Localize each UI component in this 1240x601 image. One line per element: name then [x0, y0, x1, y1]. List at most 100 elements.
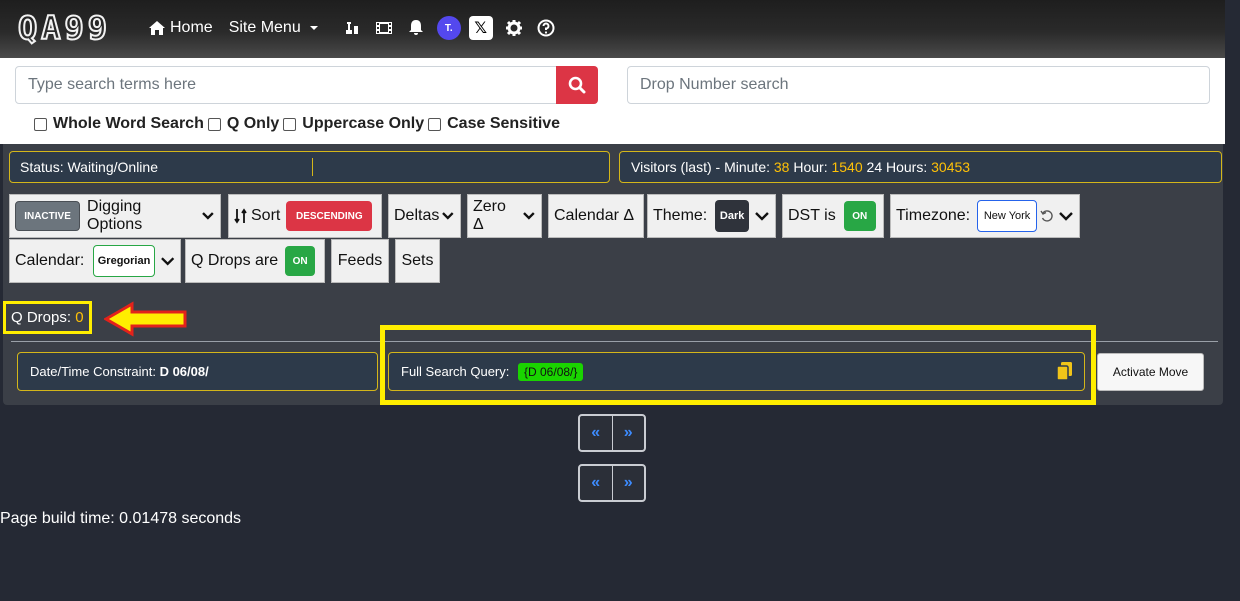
visitors-day-label: 24 Hours:	[862, 159, 932, 175]
visitors-minute: 38	[773, 159, 790, 175]
chess-icon[interactable]	[341, 17, 363, 39]
chevron-down-icon	[1059, 212, 1073, 221]
pagination-next-button[interactable]: »	[613, 416, 645, 450]
option-label: Case Sensitive	[447, 115, 561, 132]
search-area: Whole Word Search Q Only Uppercase Only …	[0, 58, 1225, 144]
activate-move-label: Activate Move	[1112, 365, 1189, 379]
visitors-box: Visitors (last) - Minute: 38 Hour: 1540 …	[619, 151, 1222, 183]
dst-on-badge: ON	[843, 201, 876, 231]
deltas-label: Deltas	[394, 207, 440, 224]
undo-icon	[1040, 210, 1053, 222]
theme-value: Dark	[715, 200, 750, 232]
pagination-top: « »	[578, 414, 646, 452]
timezone-value: New York	[977, 200, 1038, 232]
q-drops-on-badge: ON	[285, 246, 316, 276]
q-drops-are-label: Q Drops are	[191, 252, 279, 269]
help-icon[interactable]	[535, 17, 557, 39]
sets-label: Sets	[401, 252, 434, 269]
site-menu-dropdown[interactable]: Site Menu	[229, 19, 325, 37]
q-only-option[interactable]: Q Only	[207, 115, 280, 133]
whole-word-checkbox[interactable]	[34, 117, 47, 131]
q-drops-count: Q Drops: 0	[3, 301, 92, 334]
deltas-button[interactable]: Deltas	[388, 194, 461, 238]
sort-label: Sort	[251, 207, 281, 224]
dst-toggle[interactable]: DST is ON	[782, 194, 884, 238]
truth-social-icon[interactable]: T.	[436, 16, 461, 40]
chevron-down-icon	[755, 212, 769, 221]
visitors-prefix: Visitors (last) - Minute:	[631, 159, 770, 175]
option-label: Uppercase Only	[302, 115, 425, 132]
status-divider	[312, 158, 313, 176]
case-sensitive-option[interactable]: Case Sensitive	[428, 115, 560, 133]
logo-char: Q	[17, 9, 39, 47]
feeds-label: Feeds	[337, 252, 383, 269]
calendar-label: Calendar:	[15, 252, 85, 269]
digging-options-label: Digging Options	[87, 198, 143, 233]
status-box: Status: Waiting/Online	[9, 151, 610, 183]
date-time-constraint: Date/Time Constraint: D 06/08/	[17, 352, 378, 391]
pagination-prev-button[interactable]: «	[580, 416, 613, 450]
home-icon	[149, 21, 165, 35]
pagination-bottom: « »	[578, 464, 646, 502]
zero-delta-label: Zero Δ	[473, 198, 506, 233]
visitors-hour: 1540	[831, 159, 863, 175]
pagination-next-button[interactable]: »	[613, 466, 645, 500]
timezone-label: Timezone:	[896, 207, 971, 224]
q-only-checkbox[interactable]	[207, 117, 221, 131]
caret-down-icon	[309, 26, 318, 30]
film-icon[interactable]	[373, 17, 395, 39]
digging-options-button[interactable]: INACTIVE Digging Options	[9, 194, 221, 238]
descending-badge[interactable]: DESCENDING	[286, 201, 373, 231]
timezone-selector[interactable]: Timezone: New York	[890, 194, 1080, 238]
activate-move-button[interactable]: Activate Move	[1097, 353, 1204, 391]
x-twitter-icon[interactable]: 𝕏	[468, 16, 493, 40]
search-input[interactable]	[15, 66, 557, 104]
home-link[interactable]: Home	[148, 19, 213, 37]
logo-char: 9	[87, 9, 109, 47]
top-navbar: Q A 9 9 Home Site Menu T. 𝕏	[0, 0, 1225, 58]
status-text: Status: Waiting/Online	[20, 159, 158, 175]
gear-icon[interactable]	[503, 17, 525, 39]
case-sensitive-checkbox[interactable]	[428, 117, 442, 131]
site-logo[interactable]: Q A 9 9	[17, 9, 109, 47]
calendar-delta-label: Calendar Δ	[554, 207, 635, 224]
arrow-annotation-icon	[104, 301, 187, 337]
dst-label: DST is	[788, 207, 836, 224]
logo-char: 9	[64, 9, 85, 47]
full-search-query: Full Search Query: {D 06/08/}	[388, 352, 1085, 391]
bell-icon[interactable]	[405, 17, 427, 39]
q-drops-label: Q Drops:	[11, 309, 76, 326]
whole-word-option[interactable]: Whole Word Search	[34, 115, 204, 133]
theme-selector[interactable]: Theme: Dark	[647, 194, 776, 238]
q-drops-toggle[interactable]: Q Drops are ON	[185, 239, 325, 283]
feeds-button[interactable]: Feeds	[331, 239, 389, 283]
q-drops-value: 0	[75, 309, 84, 326]
main-panel: Status: Waiting/Online Visitors (last) -…	[3, 144, 1223, 405]
home-label: Home	[170, 19, 213, 36]
fsq-label: Full Search Query:	[401, 364, 513, 379]
calendar-delta-button[interactable]: Calendar Δ	[548, 194, 644, 238]
calendar-selector[interactable]: Calendar: Gregorian	[9, 239, 181, 283]
inactive-badge: INACTIVE	[15, 201, 81, 231]
page-build-time: Page build time: 0.01478 seconds	[0, 510, 242, 527]
dt-constraint-label: Date/Time Constraint:	[30, 364, 160, 379]
sets-button[interactable]: Sets	[395, 239, 440, 283]
copy-icon[interactable]	[1056, 361, 1074, 381]
uppercase-only-option[interactable]: Uppercase Only	[283, 115, 424, 133]
site-menu-label: Site Menu	[228, 19, 301, 36]
visitors-hour-label: Hour:	[789, 159, 832, 175]
sort-button[interactable]: Sort DESCENDING	[228, 194, 382, 238]
pagination-prev-button[interactable]: «	[580, 466, 613, 500]
uppercase-only-checkbox[interactable]	[283, 117, 297, 131]
chevron-down-icon	[202, 212, 214, 220]
fsq-value: {D 06/08/}	[518, 362, 584, 381]
chevron-down-icon	[442, 212, 454, 220]
search-button[interactable]	[556, 66, 598, 104]
sort-arrows-icon	[234, 208, 247, 224]
search-icon	[568, 76, 586, 94]
drop-number-search-input[interactable]	[627, 66, 1210, 104]
option-label: Q Only	[226, 115, 280, 132]
theme-label: Theme:	[653, 207, 708, 224]
visitors-day: 30453	[931, 159, 971, 175]
zero-delta-button[interactable]: Zero Δ	[467, 194, 542, 238]
